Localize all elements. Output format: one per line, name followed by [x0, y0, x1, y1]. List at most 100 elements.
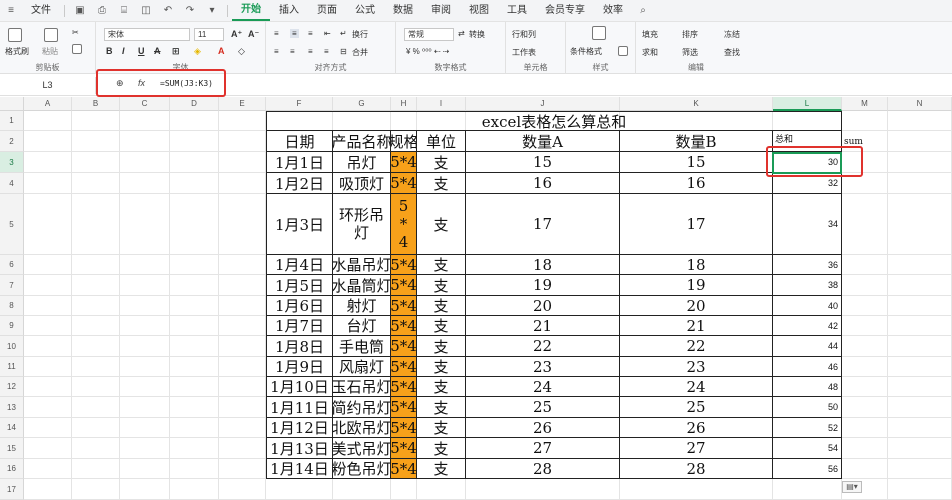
name-box[interactable]: L3 — [0, 77, 96, 94]
cell-unit[interactable]: 支 — [417, 377, 466, 397]
merge-icon[interactable]: ⊟ — [340, 47, 347, 56]
cell-spec[interactable]: 5*4 — [391, 377, 417, 397]
copy-icon[interactable] — [72, 44, 84, 54]
cell-total[interactable]: 34 — [773, 194, 842, 255]
cell-quantity-b[interactable]: 17 — [620, 194, 773, 255]
tab-view[interactable]: 视图 — [460, 0, 498, 22]
cell-unit[interactable]: 支 — [417, 255, 466, 275]
cell-spec[interactable]: 5*4 — [391, 255, 417, 275]
cell-total[interactable]: 38 — [773, 275, 842, 296]
select-all-corner[interactable] — [0, 97, 24, 111]
cell-spec[interactable]: 5*4 — [391, 397, 417, 418]
column-header-J[interactable]: J — [466, 97, 620, 111]
convert-icon[interactable]: ⇄ — [458, 29, 465, 38]
cell-total[interactable]: 54 — [773, 438, 842, 459]
column-header-H[interactable]: H — [391, 97, 417, 111]
cell-product-name[interactable]: 环形吊灯 — [333, 194, 391, 255]
font-name-select[interactable]: 宋体 — [104, 28, 190, 41]
strikethrough-icon[interactable]: A — [154, 46, 161, 56]
format-painter-icon[interactable] — [8, 28, 24, 42]
cell-quantity-b[interactable]: 19 — [620, 275, 773, 296]
cell-product-name[interactable]: 水晶筒灯 — [333, 275, 391, 296]
cell-quantity-a[interactable]: 19 — [466, 275, 620, 296]
row-header-2[interactable]: 2 — [0, 131, 24, 152]
column-header-D[interactable]: D — [170, 97, 219, 111]
cell-spec[interactable]: 5*4 — [391, 336, 417, 357]
row-header-5[interactable]: 5 — [0, 194, 24, 255]
cell-date[interactable]: 1月8日 — [266, 336, 333, 357]
cell-total[interactable]: 56 — [773, 459, 842, 479]
cell-quantity-b[interactable]: 25 — [620, 397, 773, 418]
number-format-select[interactable]: 常规 — [404, 28, 454, 41]
cell-quantity-a[interactable]: 22 — [466, 336, 620, 357]
row-header-14[interactable]: 14 — [0, 418, 24, 438]
row-header-10[interactable]: 10 — [0, 336, 24, 357]
cell-unit[interactable]: 支 — [417, 357, 466, 377]
cell-quantity-b[interactable]: 23 — [620, 357, 773, 377]
row-header-16[interactable]: 16 — [0, 459, 24, 479]
rowcol-button[interactable]: 行和列 — [512, 29, 536, 40]
border-icon[interactable]: ⊞ — [172, 46, 180, 57]
cell-date[interactable]: 1月9日 — [266, 357, 333, 377]
cell-unit[interactable]: 支 — [417, 459, 466, 479]
convert-button[interactable]: 转换 — [469, 29, 485, 40]
cell-quantity-b[interactable]: 21 — [620, 316, 773, 336]
clear-format-icon[interactable]: ◇ — [238, 46, 245, 57]
cell-unit[interactable]: 支 — [417, 152, 466, 173]
cell-unit[interactable]: 支 — [417, 316, 466, 336]
column-header-C[interactable]: C — [120, 97, 170, 111]
cell-unit[interactable]: 支 — [417, 336, 466, 357]
cell-quantity-b[interactable]: 20 — [620, 296, 773, 316]
bold-icon[interactable]: B — [106, 46, 113, 56]
cell-quantity-b[interactable]: 24 — [620, 377, 773, 397]
cell-product-name[interactable]: 玉石吊灯 — [333, 377, 391, 397]
cell-unit[interactable]: 支 — [417, 397, 466, 418]
align-bottom-icon[interactable]: ≡ — [308, 29, 313, 38]
cell-product-name[interactable]: 简约吊灯 — [333, 397, 391, 418]
format-painter-button[interactable]: 格式刷 — [5, 46, 29, 57]
cell-unit[interactable]: 支 — [417, 173, 466, 194]
cell-total[interactable]: 52 — [773, 418, 842, 438]
row-header-13[interactable]: 13 — [0, 397, 24, 418]
column-header-F[interactable]: F — [266, 97, 333, 111]
menu-file[interactable]: 文件 — [22, 0, 60, 22]
cell-product-name[interactable]: 吊灯 — [333, 152, 391, 173]
table-title[interactable]: excel表格怎么算总和 — [266, 111, 842, 131]
italic-icon[interactable]: I — [122, 46, 125, 56]
fill-button[interactable]: 填充 — [642, 29, 658, 40]
cell-quantity-a[interactable]: 26 — [466, 418, 620, 438]
print-icon[interactable]: ⌸ — [117, 5, 131, 17]
column-header-B[interactable]: B — [72, 97, 120, 111]
cell-quantity-a[interactable]: 17 — [466, 194, 620, 255]
row-header-3[interactable]: 3 — [0, 152, 24, 173]
cell-quantity-b[interactable]: 28 — [620, 459, 773, 479]
tab-data[interactable]: 数据 — [384, 0, 422, 22]
redo-icon[interactable]: ↷ — [183, 5, 197, 17]
cell-date[interactable]: 1月14日 — [266, 459, 333, 479]
cell-spec[interactable]: 5*4 — [391, 296, 417, 316]
cell-total[interactable]: 46 — [773, 357, 842, 377]
more-icon[interactable]: ▾ — [205, 5, 219, 17]
row-header-11[interactable]: 11 — [0, 357, 24, 377]
tab-page[interactable]: 页面 — [308, 0, 346, 22]
preview-icon[interactable]: ◫ — [139, 5, 153, 17]
find-button[interactable]: 查找 — [724, 47, 740, 58]
column-header-G[interactable]: G — [333, 97, 391, 111]
cell-quantity-a[interactable]: 27 — [466, 438, 620, 459]
merge-button[interactable]: 合并 — [352, 47, 368, 58]
cell-spec[interactable]: 5*4 — [391, 459, 417, 479]
row-header-7[interactable]: 7 — [0, 275, 24, 296]
underline-icon[interactable]: U — [138, 46, 145, 56]
row-header-9[interactable]: 9 — [0, 316, 24, 336]
paste-button[interactable]: 粘贴 — [42, 46, 58, 57]
fill-color-icon[interactable]: ◈ — [194, 46, 201, 57]
cond-format-button[interactable]: 条件格式 — [570, 46, 602, 57]
row-header-12[interactable]: 12 — [0, 377, 24, 397]
cell-date[interactable]: 1月5日 — [266, 275, 333, 296]
cell-spec[interactable]: 5*4 — [391, 357, 417, 377]
menu-icon[interactable]: ≡ — [4, 5, 18, 17]
cell-product-name[interactable]: 手电筒 — [333, 336, 391, 357]
tab-review[interactable]: 审阅 — [422, 0, 460, 22]
filter-button[interactable]: 筛选 — [682, 47, 698, 58]
sheet-button[interactable]: 工作表 — [512, 47, 536, 58]
